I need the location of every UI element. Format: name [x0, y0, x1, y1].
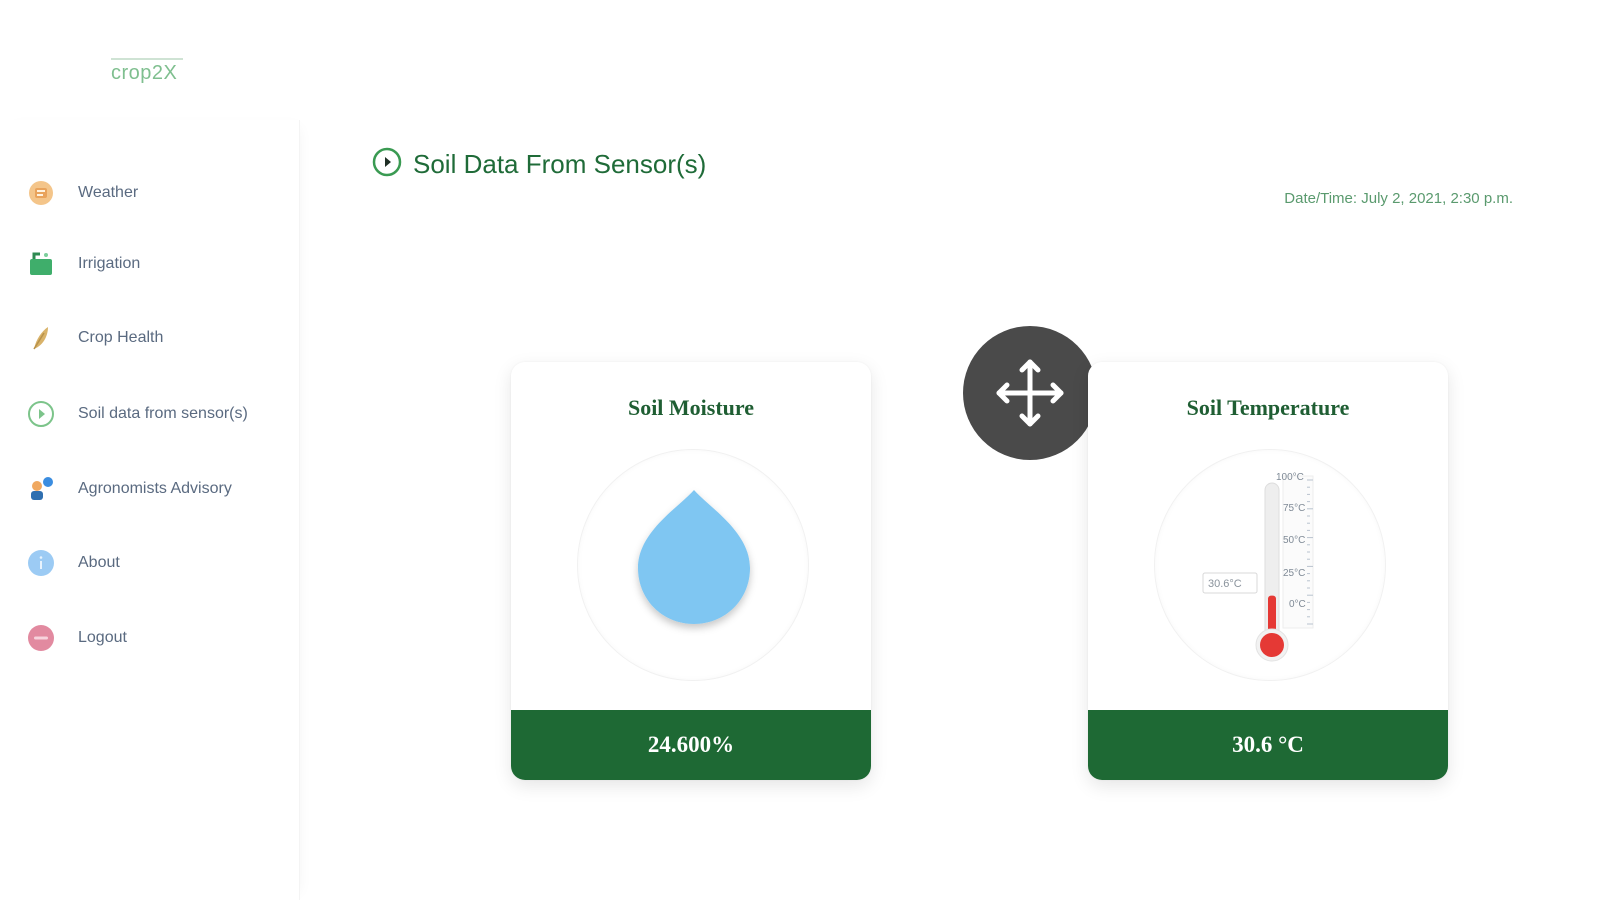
move-arrows-icon [996, 359, 1064, 427]
page-title: Soil Data From Sensor(s) [413, 149, 707, 179]
sidebar-item-label: Logout [78, 629, 127, 646]
scale-label-100: 100°C [1276, 472, 1304, 483]
soil-moisture-title: Soil Moisture [627, 395, 755, 420]
moisture-gauge [577, 449, 809, 681]
sensor-icon [24, 397, 58, 431]
sidebar-item-label: Crop Health [78, 329, 164, 346]
app-logo[interactable]: crop2X [111, 58, 184, 85]
page-header: Soil Data From Sensor(s) [371, 146, 706, 183]
soil-temperature-card: Soil Temperature 100°C 75°C 50°C 25°C 0°… [1088, 362, 1448, 780]
move-handle[interactable] [963, 326, 1097, 460]
irrigation-icon [24, 247, 58, 281]
sidebar-item-crop-health[interactable]: Crop Health [24, 318, 163, 358]
reading-label: 30.6°C [1208, 578, 1242, 590]
mercury-bulb [1260, 633, 1284, 657]
logout-icon [24, 621, 58, 655]
sidebar-item-advisory[interactable]: Agronomists Advisory [24, 469, 232, 509]
scale-label-75: 75°C [1283, 503, 1305, 514]
sidebar-item-weather[interactable]: Weather [24, 173, 138, 213]
scale-label-0: 0°C [1289, 599, 1306, 610]
soil-temperature-value: 30.6 °C [1088, 710, 1448, 780]
sensor-title-icon [371, 146, 403, 183]
sidebar-item-label: About [78, 554, 120, 571]
scale-label-25: 25°C [1283, 568, 1305, 579]
scale-label-50: 50°C [1283, 535, 1305, 546]
sidebar-item-label: Irrigation [78, 255, 141, 272]
temperature-gauge: 100°C 75°C 50°C 25°C 0°C 30.6°C [1154, 449, 1386, 681]
app: crop2X Weather Irrigation Crop Health So… [0, 0, 1623, 900]
sensor-datetime: Date/Time: July 2, 2021, 2:30 p.m. [1284, 190, 1513, 207]
sidebar-item-label: Weather [78, 184, 139, 201]
soil-temperature-title: Soil Temperature [1186, 395, 1350, 420]
water-drop-icon [638, 490, 750, 624]
weather-icon [24, 176, 58, 210]
sidebar-item-about[interactable]: About [24, 543, 120, 583]
sidebar-item-soil-data[interactable]: Soil data from sensor(s) [24, 394, 248, 434]
thermometer-icon: 100°C 75°C 50°C 25°C 0°C 30.6°C [1202, 472, 1314, 662]
crop-health-icon [24, 321, 58, 355]
sidebar-item-irrigation[interactable]: Irrigation [24, 244, 140, 284]
sidebar: Weather Irrigation Crop Health Soil data… [0, 120, 300, 900]
sidebar-item-label: Soil data from sensor(s) [78, 405, 248, 422]
soil-moisture-value: 24.600% [511, 710, 871, 780]
advisory-icon [24, 472, 58, 506]
soil-moisture-card: Soil Moisture 24.600% [511, 362, 871, 780]
sidebar-item-label: Agronomists Advisory [78, 480, 232, 497]
sidebar-item-logout[interactable]: Logout [24, 618, 127, 658]
info-icon [24, 546, 58, 580]
